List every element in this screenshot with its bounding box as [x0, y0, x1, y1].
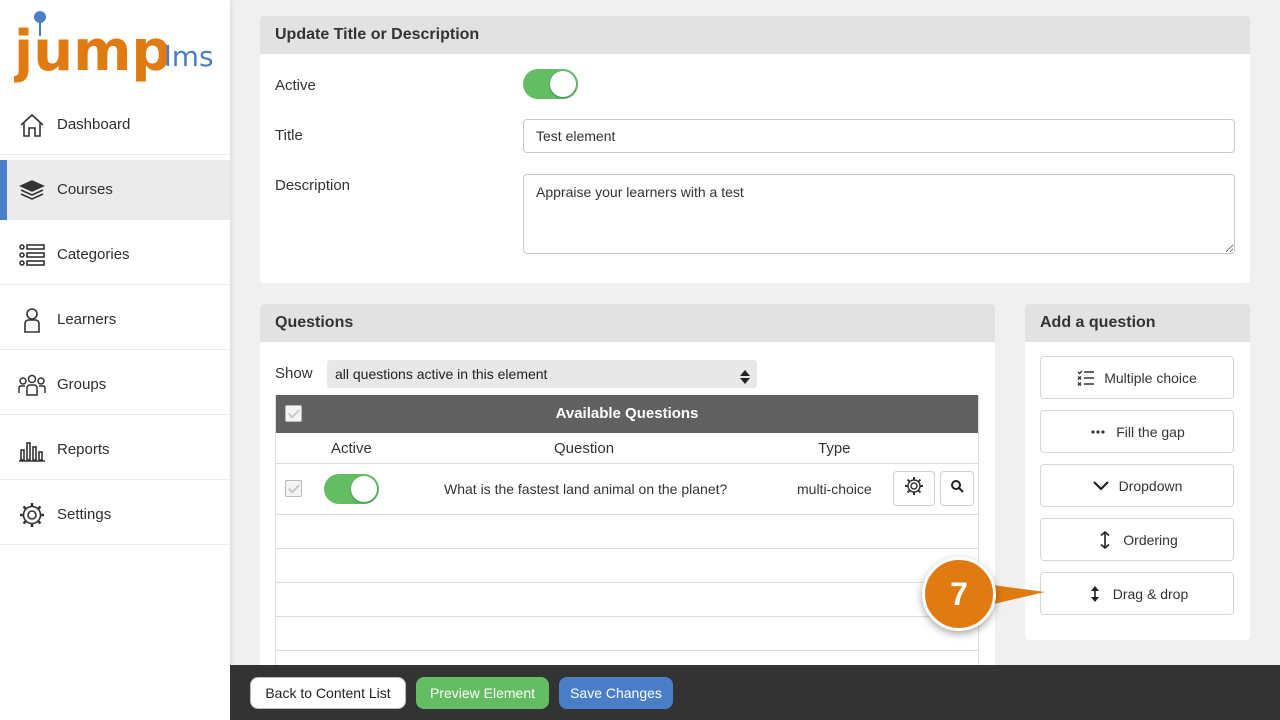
- add-button-label: Multiple choice: [1104, 369, 1197, 386]
- sidebar-item-label: Dashboard: [57, 116, 131, 133]
- toggle-knob: [351, 476, 377, 502]
- row-active-toggle[interactable]: [324, 474, 379, 504]
- update-panel: Update Title or Description Active Title…: [260, 16, 1250, 283]
- title-input[interactable]: [523, 119, 1235, 153]
- title-label: Title: [275, 127, 303, 144]
- active-label: Active: [275, 77, 316, 94]
- select-arrows-icon: [739, 366, 751, 394]
- column-header-type: Type: [818, 440, 851, 457]
- sidebar-item-groups[interactable]: Groups: [0, 355, 230, 415]
- gear-icon: [18, 501, 46, 529]
- column-headers: Active Question Type: [276, 433, 978, 464]
- question-preview-button[interactable]: [940, 471, 974, 506]
- add-multiple-choice-button[interactable]: Multiple choice: [1040, 356, 1234, 399]
- row-type-text: multi-choice: [797, 481, 872, 497]
- add-button-label: Dropdown: [1118, 477, 1183, 494]
- active-toggle[interactable]: [523, 69, 578, 99]
- question-settings-button[interactable]: [893, 471, 935, 506]
- sidebar-nav: Dashboard Courses Categories Learners Gr…: [0, 95, 230, 550]
- logo-sub-text: lms: [164, 40, 214, 73]
- ellipsis-icon: [1089, 423, 1107, 441]
- footer-action-bar: Back to Content List Preview Element Sav…: [230, 665, 1280, 720]
- sidebar-item-label: Learners: [57, 311, 117, 328]
- questions-panel: Questions Show all questions active in t…: [260, 304, 995, 669]
- update-panel-title: Update Title or Description: [260, 16, 1250, 54]
- sidebar-item-settings[interactable]: Settings: [0, 485, 230, 545]
- show-label: Show: [275, 365, 313, 382]
- empty-row: [276, 549, 978, 583]
- vertical-arrows-icon: [1096, 530, 1114, 549]
- add-fill-the-gap-button[interactable]: Fill the gap: [1040, 410, 1234, 453]
- add-button-label: Drag & drop: [1112, 585, 1189, 602]
- add-question-panel: Add a question Multiple choice Fill the …: [1025, 304, 1250, 640]
- back-to-content-list-button[interactable]: Back to Content List: [250, 677, 406, 709]
- description-textarea[interactable]: Appraise your learners with a test: [523, 174, 1235, 254]
- toggle-knob: [550, 71, 576, 97]
- add-button-label: Ordering: [1123, 531, 1178, 548]
- drag-arrows-icon: [1086, 585, 1104, 603]
- sidebar-item-learners[interactable]: Learners: [0, 290, 230, 350]
- column-header-active: Active: [331, 440, 372, 457]
- save-changes-button[interactable]: Save Changes: [559, 677, 673, 709]
- available-questions-table: Available Questions Active Question Type…: [275, 395, 979, 669]
- empty-row: [276, 617, 978, 651]
- add-ordering-button[interactable]: Ordering: [1040, 518, 1234, 561]
- show-filter-select[interactable]: all questions active in this element: [327, 360, 757, 388]
- questions-panel-title: Questions: [260, 304, 995, 342]
- jumplms-logo[interactable]: jump lms: [12, 8, 224, 88]
- table-header-bar: Available Questions: [276, 395, 978, 433]
- search-icon: [950, 479, 964, 498]
- add-button-label: Fill the gap: [1116, 423, 1185, 440]
- preview-element-button[interactable]: Preview Element: [416, 677, 549, 709]
- step-callout-badge: 7: [922, 557, 996, 631]
- bar-chart-icon: [18, 436, 46, 464]
- row-question-text: What is the fastest land animal on the p…: [444, 481, 728, 497]
- row-checkbox[interactable]: [285, 480, 302, 497]
- logo-main-text: jump: [14, 19, 172, 84]
- sidebar: jump lms Dashboard Courses Categories Le…: [0, 0, 230, 720]
- sidebar-item-label: Categories: [57, 246, 130, 263]
- home-icon: [18, 111, 46, 139]
- books-icon: [18, 176, 46, 204]
- sidebar-item-label: Reports: [57, 441, 110, 458]
- table-row[interactable]: What is the fastest land animal on the p…: [276, 464, 978, 515]
- sidebar-item-label: Groups: [57, 376, 107, 393]
- sidebar-item-categories[interactable]: Categories: [0, 225, 230, 285]
- add-dropdown-button[interactable]: Dropdown: [1040, 464, 1234, 507]
- add-question-panel-title: Add a question: [1025, 304, 1250, 342]
- gear-icon: [904, 476, 924, 501]
- group-icon: [18, 371, 46, 399]
- sidebar-item-dashboard[interactable]: Dashboard: [0, 95, 230, 155]
- sidebar-item-label: Courses: [57, 181, 113, 198]
- sidebar-item-courses[interactable]: Courses: [0, 160, 230, 220]
- chevron-down-icon: [1092, 477, 1110, 495]
- checklist-icon: [1077, 369, 1095, 387]
- sidebar-item-label: Settings: [57, 506, 112, 523]
- sidebar-item-reports[interactable]: Reports: [0, 420, 230, 480]
- show-filter-value: all questions active in this element: [335, 366, 548, 382]
- empty-row: [276, 515, 978, 549]
- empty-row: [276, 583, 978, 617]
- add-drag-drop-button[interactable]: Drag & drop: [1040, 572, 1234, 615]
- list-icon: [18, 241, 46, 269]
- table-title: Available Questions: [555, 405, 699, 422]
- description-label: Description: [275, 177, 351, 194]
- person-icon: [18, 306, 46, 334]
- column-header-question: Question: [554, 440, 615, 457]
- select-all-checkbox[interactable]: [285, 405, 302, 422]
